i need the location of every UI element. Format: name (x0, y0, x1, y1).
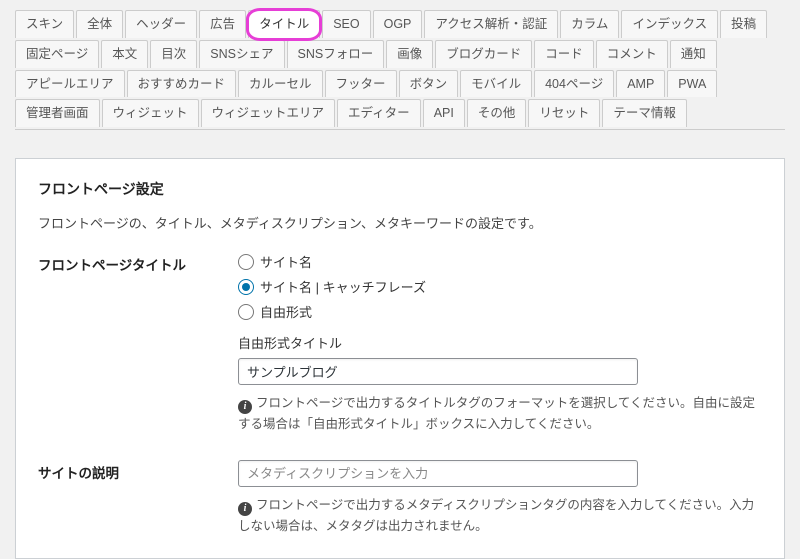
tab-インデックス[interactable]: インデックス (621, 10, 718, 38)
radio-freeform-label: 自由形式 (260, 302, 312, 321)
freeform-title-input[interactable] (238, 358, 638, 385)
tab-AMP[interactable]: AMP (616, 70, 665, 98)
radio-sitename-catchphrase-label: サイト名 | キャッチフレーズ (260, 277, 426, 296)
tab-ボタン[interactable]: ボタン (399, 70, 459, 98)
radio-freeform-input[interactable] (238, 304, 254, 320)
tab-アクセス解析・認証[interactable]: アクセス解析・認証 (424, 10, 558, 38)
info-icon: i (238, 400, 252, 414)
tab-目次[interactable]: 目次 (150, 40, 197, 68)
tab-管理者画面[interactable]: 管理者画面 (15, 99, 100, 127)
tab-OGP[interactable]: OGP (373, 10, 423, 38)
tab-通知[interactable]: 通知 (670, 40, 717, 68)
frontpage-title-heading: フロントページタイトル (38, 254, 238, 274)
tab-API[interactable]: API (423, 99, 465, 127)
tab-404ページ[interactable]: 404ページ (534, 70, 614, 98)
tab-タイトル[interactable]: タイトル (248, 10, 320, 38)
tab-おすすめカード[interactable]: おすすめカード (127, 70, 237, 98)
tab-広告[interactable]: 広告 (199, 10, 246, 38)
tab-アピールエリア[interactable]: アピールエリア (15, 70, 125, 98)
tab-スキン[interactable]: スキン (15, 10, 74, 38)
panel-heading: フロントページ設定 (38, 179, 762, 199)
tab-全体[interactable]: 全体 (76, 10, 123, 38)
info-icon: i (238, 502, 252, 516)
tab-ウィジェットエリア[interactable]: ウィジェットエリア (201, 99, 336, 127)
site-description-help-text: iフロントページで出力するメタディスクリプションタグの内容を入力してください。入… (238, 495, 762, 536)
tab-ヘッダー[interactable]: ヘッダー (125, 10, 197, 38)
frontpage-settings-panel: フロントページ設定 フロントページの、タイトル、メタディスクリプション、メタキー… (15, 158, 785, 559)
site-description-input[interactable] (238, 460, 638, 487)
settings-tab-bar: スキン全体ヘッダー広告タイトルSEOOGPアクセス解析・認証カラムインデックス投… (15, 10, 785, 130)
freeform-title-label: 自由形式タイトル (238, 333, 762, 352)
tab-フッター[interactable]: フッター (325, 70, 397, 98)
tab-ウィジェット[interactable]: ウィジェット (102, 99, 199, 127)
radio-option-sitename-catchphrase[interactable]: サイト名 | キャッチフレーズ (238, 277, 762, 296)
tab-SEO[interactable]: SEO (322, 10, 370, 38)
radio-sitename-catchphrase-input[interactable] (238, 279, 254, 295)
tab-コード[interactable]: コード (534, 40, 594, 68)
title-format-radio-group: サイト名 サイト名 | キャッチフレーズ 自由形式 (238, 252, 762, 321)
site-description-heading: サイトの説明 (38, 462, 238, 482)
tab-モバイル[interactable]: モバイル (460, 70, 532, 98)
radio-sitename-input[interactable] (238, 254, 254, 270)
tab-本文[interactable]: 本文 (101, 40, 148, 68)
freeform-help-content: フロントページで出力するタイトルタグのフォーマットを選択してください。自由に設定… (238, 396, 755, 431)
tab-投稿[interactable]: 投稿 (720, 10, 767, 38)
tab-PWA[interactable]: PWA (667, 70, 717, 98)
tab-ブログカード[interactable]: ブログカード (435, 40, 532, 68)
radio-option-sitename[interactable]: サイト名 (238, 252, 762, 271)
panel-description: フロントページの、タイトル、メタディスクリプション、メタキーワードの設定です。 (38, 213, 762, 232)
tab-コメント[interactable]: コメント (596, 40, 668, 68)
site-description-help-content: フロントページで出力するメタディスクリプションタグの内容を入力してください。入力… (238, 498, 754, 533)
freeform-help-text: iフロントページで出力するタイトルタグのフォーマットを選択してください。自由に設… (238, 393, 762, 434)
tab-SNSシェア[interactable]: SNSシェア (199, 40, 284, 68)
tab-画像[interactable]: 画像 (386, 40, 433, 68)
tab-エディター[interactable]: エディター (337, 99, 421, 127)
radio-option-freeform[interactable]: 自由形式 (238, 302, 762, 321)
tab-SNSフォロー[interactable]: SNSフォロー (287, 40, 385, 68)
tab-固定ページ[interactable]: 固定ページ (15, 40, 99, 68)
radio-sitename-label: サイト名 (260, 252, 312, 271)
tab-リセット[interactable]: リセット (528, 99, 600, 127)
tab-カラム[interactable]: カラム (560, 10, 619, 38)
tab-その他[interactable]: その他 (467, 99, 527, 127)
tab-テーマ情報[interactable]: テーマ情報 (602, 99, 687, 127)
tab-カルーセル[interactable]: カルーセル (238, 70, 323, 98)
